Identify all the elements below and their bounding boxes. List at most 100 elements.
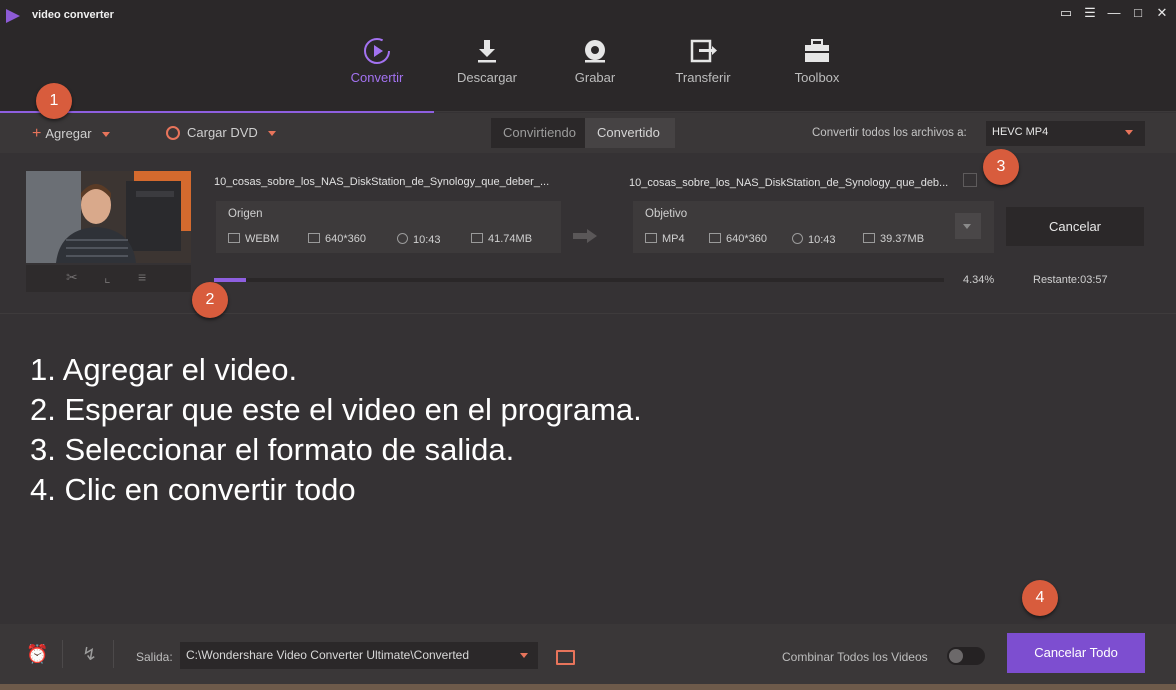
output-label: Salida: [136,650,173,664]
tab-label: Grabar [574,70,616,85]
cancel-button[interactable]: Cancelar [1006,207,1144,246]
chevron-down-icon [963,224,971,229]
load-dvd-button[interactable]: Cargar DVD [166,125,276,140]
target-resolution: 640*360 [709,233,767,245]
output-path-select[interactable]: C:\Wondershare Video Converter Ultimate\… [180,642,538,669]
source-header: Origen [228,208,263,220]
video-thumbnail[interactable] [26,171,191,263]
tab-label: Convertir [350,70,404,85]
app-logo-icon [6,9,20,23]
separator [113,640,114,668]
remaining-time: Restante:03:57 [1033,274,1108,286]
clock-icon [792,233,803,244]
tab-converting[interactable]: Convirtiendo [491,118,585,148]
download-icon [478,40,496,63]
nav-divider [434,111,1176,112]
instruction-step: 2. Esperar que este el video en el progr… [30,392,642,427]
progress-percent: 4.34% [963,274,995,286]
dvd-label: Cargar DVD [187,125,258,140]
edit-icon[interactable] [963,173,977,187]
minimize-icon[interactable]: — [1106,5,1122,21]
format-value: HEVC MP4 [992,126,1049,138]
target-info: Objetivo MP4 640*360 10:43 39.37MB [633,201,994,253]
output-format-select[interactable]: HEVC MP4 [986,121,1145,146]
callout-badge: 3 [983,149,1019,185]
transfer-icon [690,39,717,63]
separator [62,640,63,668]
resolution-icon [709,233,721,243]
source-resolution: 640*360 [308,233,366,245]
bottom-bar: ⏰ ↯ Salida: C:\Wondershare Video Convert… [0,624,1176,684]
target-duration: 10:43 [792,233,836,246]
plus-icon: + [32,125,42,142]
tab-descargar[interactable]: Descargar [432,30,542,112]
tab-label: Descargar [457,70,517,85]
callout-badge: 2 [192,282,228,318]
target-size: 39.37MB [863,233,924,245]
menu-icon[interactable]: ☰ [1082,5,1098,21]
trim-icon[interactable]: ✂ [66,269,78,286]
burn-icon [585,40,605,63]
film-icon [228,233,240,243]
app-title: video converter [32,9,114,21]
source-duration: 10:43 [397,233,441,246]
toolbox-icon [805,39,829,62]
chevron-down-icon [520,653,528,658]
folder-icon [471,233,483,243]
target-header: Objetivo [645,208,688,220]
resolution-icon [308,233,320,243]
conversion-progress-bar [214,278,944,282]
source-filename: 10_cosas_sobre_los_NAS_DiskStation_de_Sy… [214,176,550,188]
crop-icon[interactable]: ⌞ [104,269,111,286]
progress-fill [214,278,246,282]
thumbnail-image [26,171,191,263]
tab-convertir[interactable]: Convertir [322,30,432,112]
target-settings-dropdown[interactable] [955,213,981,239]
add-files-button[interactable]: + Agregar [32,125,110,143]
chevron-down-icon[interactable] [267,131,276,137]
callout-badge: 1 [36,83,72,119]
divider [0,313,1176,314]
convert-icon [364,38,390,64]
instructions: 1. Agregar el video. 2. Esperar que este… [30,350,642,510]
combine-label: Combinar Todos los Videos [782,650,928,664]
status-tabs: Convirtiendo Convertido [491,118,675,148]
target-format: MP4 [645,233,685,245]
alarm-clock-icon[interactable]: ⏰ [26,644,48,665]
effects-icon[interactable]: ≡ [138,269,146,285]
main-nav: Convertir Descargar Grabar Transferir To… [0,30,1176,112]
close-icon[interactable]: ✕ [1154,5,1170,21]
chevron-down-icon [1125,130,1133,135]
lightning-icon[interactable]: ↯ [82,644,97,665]
callout-badge: 4 [1022,580,1058,616]
open-folder-icon[interactable] [556,650,575,665]
tab-toolbox[interactable]: Toolbox [762,30,872,112]
tab-grabar[interactable]: Grabar [540,30,650,112]
source-size: 41.74MB [471,233,532,245]
source-format: WEBM [228,233,279,245]
dvd-icon [166,126,180,140]
toolbar: + Agregar Cargar DVD Convirtiendo Convert… [0,113,1176,153]
feedback-icon[interactable]: ▭ [1058,5,1074,21]
tab-converted[interactable]: Convertido [585,118,675,148]
toggle-knob [949,649,963,663]
instruction-step: 4. Clic en convertir todo [30,472,356,507]
arrow-right-icon [573,229,597,243]
maximize-icon[interactable]: □ [1130,5,1146,21]
add-label: Agregar [45,126,92,141]
tab-label: Transferir [675,70,731,85]
app-window: video converter ▭ ☰ — □ ✕ Convertir Desc… [0,0,1176,690]
convert-all-label: Convertir todos los archivos a: [812,127,967,139]
chevron-down-icon[interactable] [101,132,110,138]
instruction-step: 3. Seleccionar el formato de salida. [30,432,515,467]
film-icon [645,233,657,243]
combine-toggle[interactable] [947,647,985,665]
window-controls: ▭ ☰ — □ ✕ [1058,5,1170,21]
thumbnail-tools: ✂ ⌞ ≡ [26,265,191,292]
desktop-background-strip [0,684,1176,690]
source-info: Origen WEBM 640*360 10:43 41.74MB [216,201,561,253]
folder-icon [863,233,875,243]
cancel-all-button[interactable]: Cancelar Todo [1007,633,1145,673]
tab-label: Toolbox [794,70,840,85]
tab-transferir[interactable]: Transferir [648,30,758,112]
